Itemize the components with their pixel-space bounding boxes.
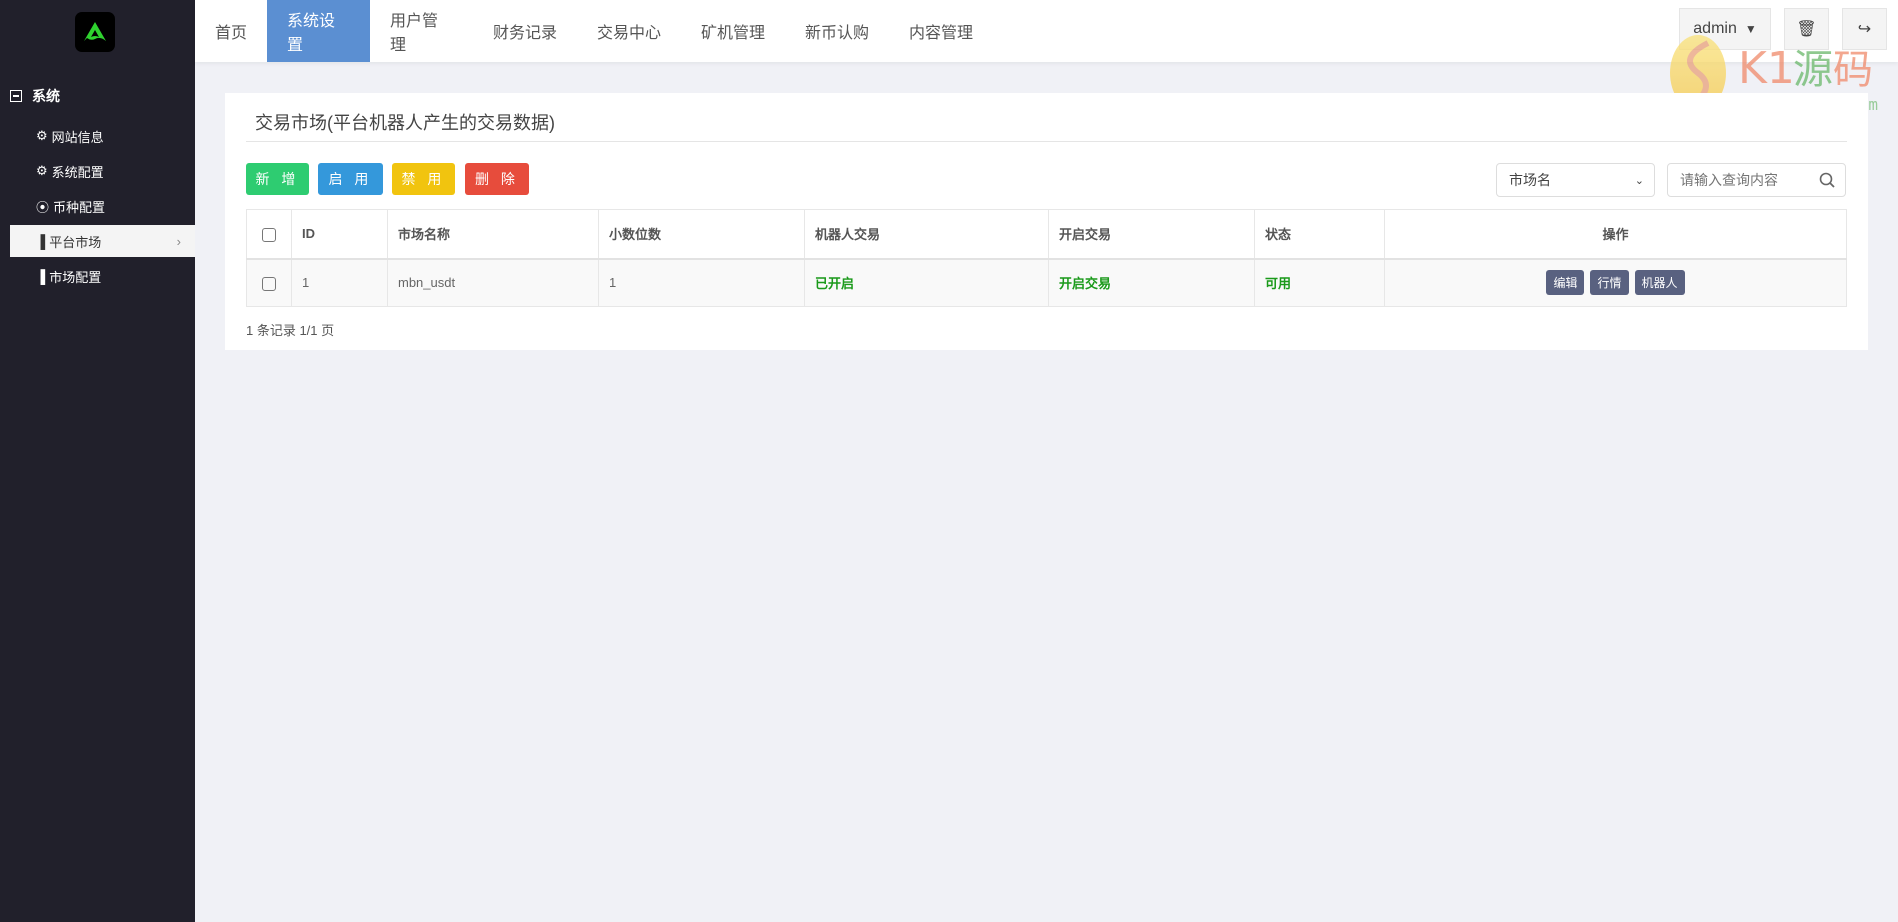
sidebar-item-site-info[interactable]: ⚙ 网站信息 [10, 120, 195, 152]
nav-trade-center[interactable]: 交易中心 [577, 0, 681, 62]
column-open-trade: 开启交易 [1048, 209, 1255, 260]
robot-button[interactable]: 机器人 [1634, 270, 1685, 296]
column-actions: 操作 [1384, 209, 1847, 260]
sidebar-item-label: 网站信息 [51, 129, 104, 145]
divider [246, 141, 1847, 142]
circle-dot-icon: ⦿ [36, 199, 50, 215]
search-box[interactable] [1667, 163, 1846, 197]
field-select[interactable]: 市场名 ⌄ [1496, 163, 1655, 197]
gear-icon: ⚙ [36, 163, 48, 178]
column-market-name: 市场名称 [387, 209, 599, 260]
user-menu-button[interactable]: admin ▼ [1679, 8, 1771, 50]
sidebar-item-coin-config[interactable]: ⦿ 币种配置 [10, 190, 195, 222]
exit-icon: ↪ [1857, 21, 1872, 38]
sidebar-item-market-config[interactable]: ▐ 市场配置 [10, 260, 195, 292]
bar-chart-icon: ▐ [36, 268, 46, 284]
market-table: ID 市场名称 小数位数 机器人交易 开启交易 状态 操作 1 mbn_usdt… [246, 209, 1847, 307]
market-quote-button[interactable]: 行情 [1590, 270, 1629, 296]
logout-button[interactable]: ↪ [1842, 8, 1887, 50]
bar-chart-icon: ▐ [36, 233, 46, 249]
sidebar-item-system-config[interactable]: ⚙ 系统配置 [10, 155, 195, 187]
nav-new-coin-subscription[interactable]: 新币认购 [785, 0, 889, 62]
sidebar-item-platform-market[interactable]: ▐ 平台市场 › [10, 225, 195, 257]
sidebar-item-label: 系统配置 [51, 164, 104, 180]
page-title: 交易市场(平台机器人产生的交易数据) [255, 113, 555, 133]
disable-button[interactable]: 禁 用 [392, 163, 455, 195]
select-value: 市场名 [1509, 172, 1551, 188]
market-panel: 交易市场(平台机器人产生的交易数据) 新 增 启 用 禁 用 删 除 市场名 ⌄ … [225, 93, 1868, 350]
sidebar-item-label: 币种配置 [53, 199, 106, 215]
cell-id: 1 [291, 258, 388, 307]
clear-cache-button[interactable]: 🗑 [1784, 8, 1829, 50]
add-button[interactable]: 新 增 [246, 163, 309, 195]
sidebar-item-label: 平台市场 [49, 234, 102, 250]
row-select-cell [246, 258, 292, 307]
select-all-checkbox[interactable] [262, 227, 276, 242]
column-id[interactable]: ID [291, 209, 388, 260]
cell-robot-trade: 已开启 [804, 258, 1049, 307]
search-icon[interactable] [1819, 172, 1835, 191]
edit-button[interactable]: 编辑 [1546, 270, 1585, 296]
sidebar: 系统 ⚙ 网站信息 ⚙ 系统配置 ⦿ 币种配置 ▐ 平台市场 › ▐ 市场配置 [0, 0, 195, 922]
caret-down-icon: ▼ [1744, 22, 1757, 36]
enable-button[interactable]: 启 用 [318, 163, 383, 195]
sidebar-group-system[interactable]: 系统 [10, 86, 60, 106]
sidebar-item-label: 市场配置 [49, 269, 102, 285]
cell-status: 可用 [1254, 258, 1385, 307]
column-decimals: 小数位数 [598, 209, 805, 260]
gear-icon: ⚙ [36, 128, 48, 143]
nav-system-settings[interactable]: 系统设置 [267, 0, 370, 62]
nav-content-management[interactable]: 内容管理 [889, 0, 993, 62]
sidebar-group-label: 系统 [32, 88, 60, 104]
nav-home[interactable]: 首页 [195, 0, 267, 62]
column-status: 状态 [1254, 209, 1385, 260]
delete-button[interactable]: 删 除 [465, 163, 529, 195]
cell-decimals: 1 [598, 258, 805, 307]
collapse-icon [10, 90, 22, 102]
pagination-info: 1 条记录 1/1 页 [246, 323, 335, 338]
column-robot-trade: 机器人交易 [804, 209, 1049, 260]
select-all-cell [246, 209, 292, 260]
cell-actions: 编辑 行情 机器人 [1384, 258, 1847, 307]
app-logo[interactable] [75, 12, 115, 52]
row-checkbox[interactable] [262, 276, 276, 291]
chevron-down-icon: ⌄ [1634, 174, 1644, 187]
table-row: 1 mbn_usdt 1 已开启 开启交易 可用 编辑 行情 机器人 [246, 258, 1847, 307]
nav-miner-management[interactable]: 矿机管理 [681, 0, 785, 62]
cell-open-trade: 开启交易 [1048, 258, 1255, 307]
username: admin [1693, 20, 1737, 37]
table-header: ID 市场名称 小数位数 机器人交易 开启交易 状态 操作 [246, 209, 1847, 260]
chevron-right-icon: › [176, 233, 181, 249]
nav-finance-records[interactable]: 财务记录 [473, 0, 577, 62]
cell-market-name: mbn_usdt [387, 258, 599, 307]
search-input[interactable] [1680, 172, 1820, 188]
trash-icon: 🗑 [1796, 21, 1817, 38]
nav-user-management[interactable]: 用户管理 [370, 0, 473, 62]
